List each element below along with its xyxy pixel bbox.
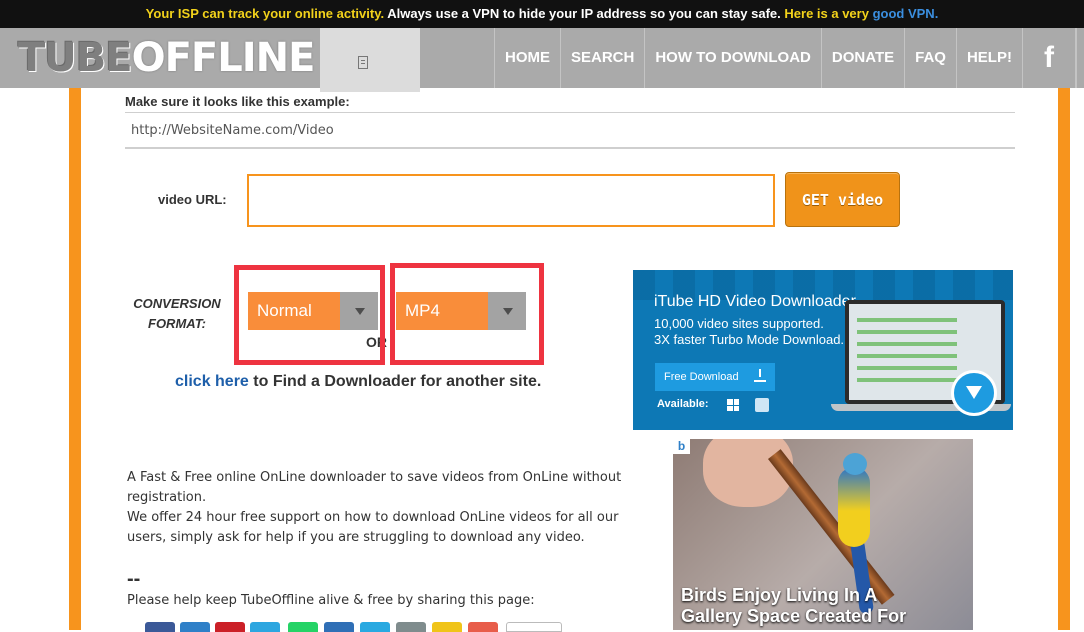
ad-badge[interactable]: b (673, 439, 690, 454)
find-downloader-text: to Find a Downloader for another site. (248, 373, 542, 390)
share-button[interactable] (145, 622, 175, 632)
share-button[interactable] (360, 622, 390, 632)
share-button[interactable] (432, 622, 462, 632)
highlight-box-quality (234, 265, 385, 365)
share-button[interactable] (324, 622, 354, 632)
paintbrush-image (768, 449, 895, 605)
page-tab[interactable] (320, 28, 420, 92)
share-button[interactable] (468, 622, 498, 632)
video-url-input[interactable] (247, 174, 775, 227)
ad-line-1: 10,000 video sites supported. (654, 316, 824, 331)
description: A Fast & Free online OnLine downloader t… (127, 468, 637, 548)
description-p2: We offer 24 hour free support on how to … (127, 510, 619, 545)
download-arrow-icon (754, 369, 766, 382)
parrot-image (838, 467, 870, 547)
itube-ad[interactable]: iTube HD Video Downloader 10,000 video s… (633, 270, 1013, 430)
example-url: http://WebsiteName.com/Video (131, 123, 334, 138)
logo-part-2: OFFLINE (131, 35, 316, 81)
laptop-row (857, 318, 957, 322)
site-logo[interactable]: TUBEOFFLINE (18, 35, 316, 81)
available-label: Available: (657, 398, 709, 410)
ad-line-2: 3X faster Turbo Mode Download. (654, 332, 845, 347)
laptop-row (857, 378, 957, 382)
site-header: TUBEOFFLINE HOME SEARCH HOW TO DOWNLOAD … (0, 28, 1084, 92)
share-prompt: Please help keep TubeOffline alive & fre… (127, 593, 535, 608)
highlight-box-format (390, 263, 544, 365)
page-icon (358, 56, 368, 69)
mac-icon (755, 398, 769, 412)
nav-search[interactable]: SEARCH (560, 28, 644, 88)
laptop-row (857, 330, 957, 334)
vpn-banner[interactable]: Your ISP can track your online activity.… (0, 0, 1084, 28)
click-here-link[interactable]: click here (175, 373, 249, 390)
banner-vpn-link[interactable]: good VPN. (873, 6, 939, 21)
banner-text-3: Here is a very (784, 6, 869, 21)
example-label: Make sure it looks like this example: (125, 94, 350, 109)
description-p1: A Fast & Free online OnLine downloader t… (127, 470, 622, 505)
parrot-head (843, 453, 867, 475)
nav-how-to-download[interactable]: HOW TO DOWNLOAD (644, 28, 821, 88)
nav-faq[interactable]: FAQ (904, 28, 956, 88)
get-video-button[interactable]: GET video (785, 172, 900, 227)
divider (125, 112, 1015, 113)
find-downloader-line: click here to Find a Downloader for anot… (175, 373, 541, 391)
ad-title: iTube HD Video Downloader (654, 293, 856, 310)
share-button[interactable] (250, 622, 280, 632)
video-url-label: video URL: (158, 192, 227, 207)
nav-help[interactable]: HELP! (955, 28, 1022, 88)
share-button[interactable] (396, 622, 426, 632)
share-count-button[interactable] (506, 622, 562, 632)
conversion-format-label: CONVERSION FORMAT: (133, 296, 221, 331)
nav-extra[interactable] (1075, 28, 1084, 88)
banner-text-2: Always use a VPN to hide your IP address… (387, 6, 781, 21)
laptop-row (857, 342, 957, 346)
laptop-row (857, 354, 957, 358)
free-download-label: Free Download (664, 371, 739, 383)
share-button[interactable] (288, 622, 318, 632)
share-button[interactable] (180, 622, 210, 632)
ad-text: 10,000 video sites supported. 3X faster … (654, 316, 844, 348)
facebook-icon[interactable]: f (1021, 28, 1076, 88)
divider (125, 147, 1015, 149)
left-orange-border (69, 88, 81, 630)
nav-home[interactable]: HOME (494, 28, 560, 88)
laptop-row (857, 366, 957, 370)
separator-dashes: -- (127, 568, 141, 590)
share-button[interactable] (215, 622, 245, 632)
bird-ad-caption: Birds Enjoy Living In A Gallery Space Cr… (681, 585, 907, 626)
right-orange-border (1058, 88, 1070, 630)
nav-donate[interactable]: DONATE (820, 28, 904, 88)
banner-text-1: Your ISP can track your online activity. (145, 6, 385, 21)
free-download-button[interactable]: Free Download (655, 363, 775, 391)
logo-part-1: TUBE (18, 35, 133, 81)
download-circle-icon (951, 370, 997, 416)
windows-icon (727, 399, 739, 411)
main-nav: HOME SEARCH HOW TO DOWNLOAD DONATE FAQ H… (494, 28, 1084, 88)
bird-ad[interactable]: b Birds Enjoy Living In A Gallery Space … (673, 439, 973, 630)
